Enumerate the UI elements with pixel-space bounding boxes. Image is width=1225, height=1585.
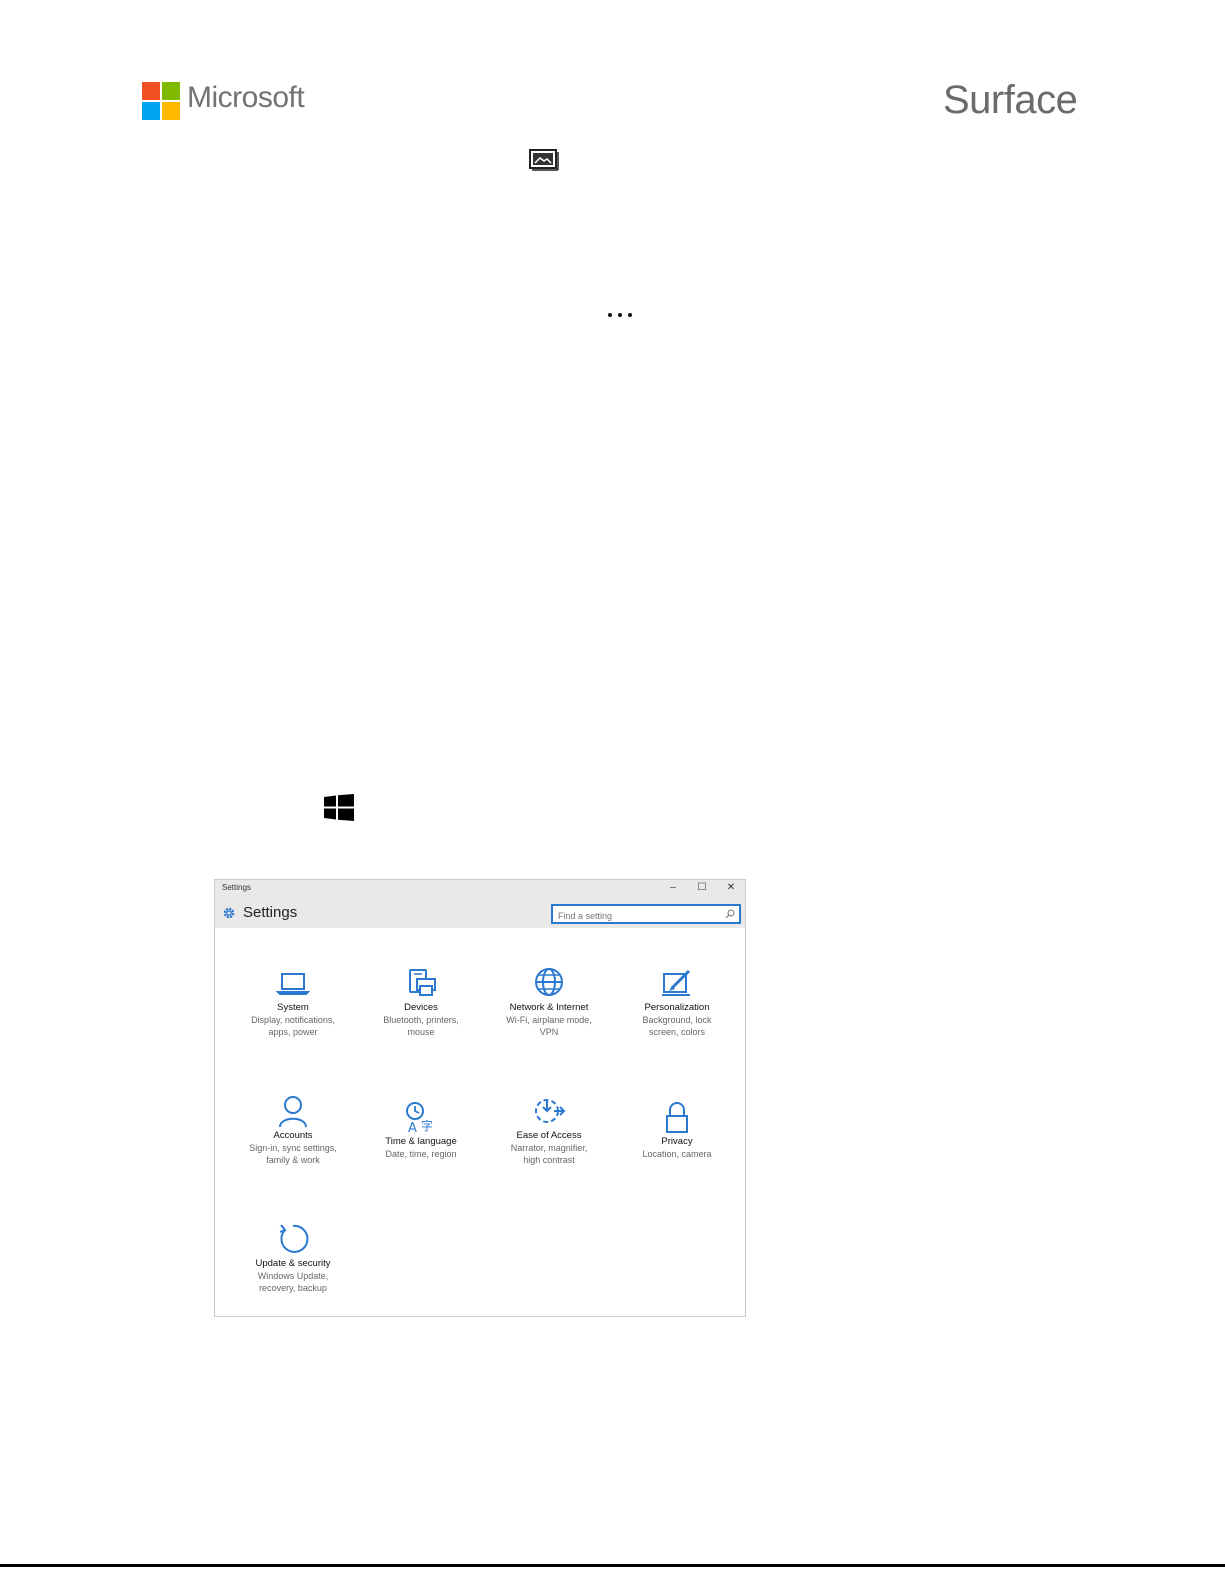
- tile-desc: Background, lock: [642, 1015, 712, 1025]
- more-icon: [608, 313, 632, 317]
- gear-icon: [223, 907, 235, 919]
- tile-desc: Date, time, region: [385, 1149, 457, 1159]
- tile-desc: screen, colors: [648, 1027, 706, 1037]
- tile-time-language[interactable]: A 字 Time & language Date, time, region: [361, 1100, 481, 1160]
- lock-icon: [666, 1102, 688, 1133]
- search-icon[interactable]: [725, 909, 735, 919]
- tile-network[interactable]: Network & Internet Wi-Fi, airplane mode,…: [489, 966, 609, 1038]
- tile-desc: apps, power: [268, 1027, 318, 1037]
- title-bar: Settings – ☐ ✕: [215, 880, 745, 896]
- tile-desc: high contrast: [523, 1155, 575, 1165]
- tile-personalization[interactable]: Personalization Background, lock screen,…: [617, 966, 737, 1038]
- tile-devices[interactable]: Devices Bluetooth, printers, mouse: [361, 966, 481, 1038]
- tile-desc: Windows Update,: [257, 1271, 329, 1281]
- tile-update-security[interactable]: Update & security Windows Update, recove…: [233, 1222, 353, 1294]
- windows-start-icon: [324, 794, 354, 821]
- tile-desc: Display, notifications,: [251, 1015, 335, 1025]
- settings-window: Settings – ☐ ✕ Settings System Display, …: [214, 879, 746, 1317]
- minimize-button[interactable]: –: [659, 880, 687, 896]
- settings-title: Settings: [243, 904, 298, 921]
- tile-system[interactable]: System Display, notifications, apps, pow…: [233, 966, 353, 1038]
- tile-desc: family & work: [266, 1155, 320, 1165]
- tile-privacy[interactable]: Privacy Location, camera: [617, 1100, 737, 1160]
- tile-desc: VPN: [539, 1027, 559, 1037]
- tile-ease-of-access[interactable]: Ease of Access Narrator, magnifier, high…: [489, 1094, 609, 1166]
- svg-text:字: 字: [421, 1118, 433, 1133]
- tile-accounts[interactable]: Accounts Sign-in, sync settings, family …: [233, 1094, 353, 1166]
- ease-of-access-icon: [535, 1099, 566, 1123]
- photos-icon: [529, 149, 559, 171]
- search-input[interactable]: [553, 908, 718, 924]
- tile-desc: Wi-Fi, airplane mode,: [506, 1015, 592, 1025]
- globe-icon: [535, 968, 563, 996]
- svg-text:A: A: [408, 1121, 417, 1134]
- tile-name: Privacy: [661, 1136, 693, 1147]
- laptop-icon: [276, 973, 310, 995]
- printer-icon: [409, 969, 436, 996]
- tile-name: Personalization: [644, 1002, 710, 1013]
- tile-name: Time & language: [385, 1136, 457, 1147]
- close-button[interactable]: ✕: [717, 880, 745, 896]
- maximize-button[interactable]: ☐: [688, 880, 716, 896]
- microsoft-logo: [142, 82, 180, 120]
- microsoft-wordmark: Microsoft: [187, 81, 305, 114]
- settings-header: Settings: [215, 896, 745, 928]
- time-language-icon: A 字: [406, 1102, 433, 1134]
- tile-name: Ease of Access: [516, 1130, 582, 1141]
- tile-name: Devices: [404, 1002, 438, 1013]
- titlebar-title: Settings: [222, 883, 251, 892]
- surface-wordmark: Surface: [943, 78, 1078, 122]
- person-icon: [279, 1096, 307, 1128]
- tile-name: System: [277, 1002, 309, 1013]
- paint-icon: [662, 969, 691, 996]
- search-box[interactable]: [551, 904, 741, 924]
- tile-desc: Sign-in, sync settings,: [249, 1143, 337, 1153]
- tile-desc: mouse: [407, 1027, 435, 1037]
- tile-desc: Narrator, magnifier,: [510, 1143, 588, 1153]
- tile-desc: recovery, backup: [259, 1283, 327, 1293]
- tile-desc: Location, camera: [642, 1149, 712, 1159]
- tile-name: Network & Internet: [509, 1002, 589, 1013]
- tile-desc: Bluetooth, printers,: [383, 1015, 459, 1025]
- footer-rule: [0, 1564, 1225, 1567]
- tile-name: Update & security: [255, 1258, 331, 1269]
- update-icon: [279, 1224, 309, 1253]
- tile-name: Accounts: [273, 1130, 313, 1141]
